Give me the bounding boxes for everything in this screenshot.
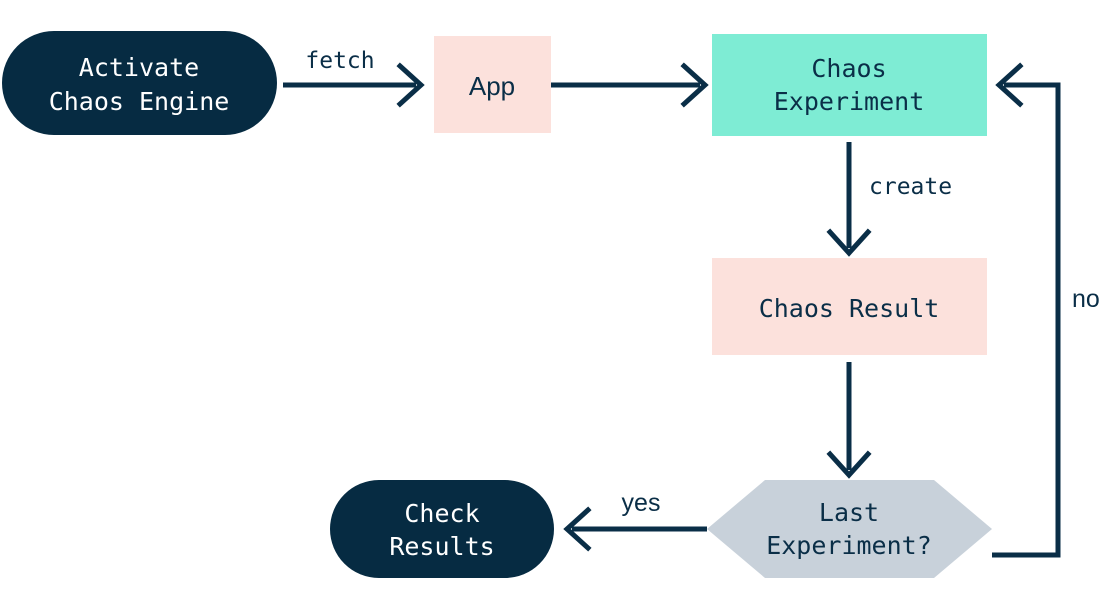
edge-app-to-chaos-experiment: [551, 62, 709, 108]
edge-last-experiment-to-chaos-experiment-no-loop: [992, 62, 1061, 558]
edge-chaos-experiment-to-chaos-result: [826, 142, 872, 257]
edge-label-no: no: [1072, 285, 1100, 313]
node-shape-hexagon: [707, 480, 992, 578]
node-shape-rect: [712, 34, 987, 136]
node-label-line1: Chaos: [811, 54, 886, 83]
node-label-line1: Check: [404, 499, 479, 528]
node-shape-stadium: [330, 480, 554, 578]
node-chaos-experiment[interactable]: Chaos Experiment: [712, 34, 987, 136]
flowchart-canvas: Activate Chaos Engine App Chaos Experime…: [2, 31, 1100, 578]
node-activate-chaos-engine[interactable]: Activate Chaos Engine: [2, 31, 277, 135]
node-label-line2: Results: [389, 532, 494, 561]
edge-label-create: create: [869, 174, 952, 200]
node-shape-stadium: [2, 31, 277, 135]
node-label-line1: Activate: [79, 53, 199, 82]
node-check-results[interactable]: Check Results: [330, 480, 554, 578]
node-label-line2: Chaos Engine: [49, 87, 230, 116]
node-label-line2: Experiment: [774, 87, 925, 116]
node-label-line1: App: [469, 71, 515, 101]
node-label-line2: Experiment?: [766, 531, 932, 560]
edge-label-fetch: fetch: [305, 48, 374, 74]
node-label-line1: Chaos Result: [759, 294, 940, 323]
node-app[interactable]: App: [434, 36, 551, 133]
edge-line: [992, 82, 1061, 558]
node-chaos-result[interactable]: Chaos Result: [712, 258, 987, 355]
node-last-experiment-decision[interactable]: Last Experiment?: [707, 480, 992, 578]
flowchart-diagram: Activate Chaos Engine App Chaos Experime…: [0, 0, 1102, 614]
edge-label-yes: yes: [622, 489, 661, 517]
edge-chaos-result-to-last-experiment: [826, 362, 872, 479]
node-label-line1: Last: [819, 498, 879, 527]
